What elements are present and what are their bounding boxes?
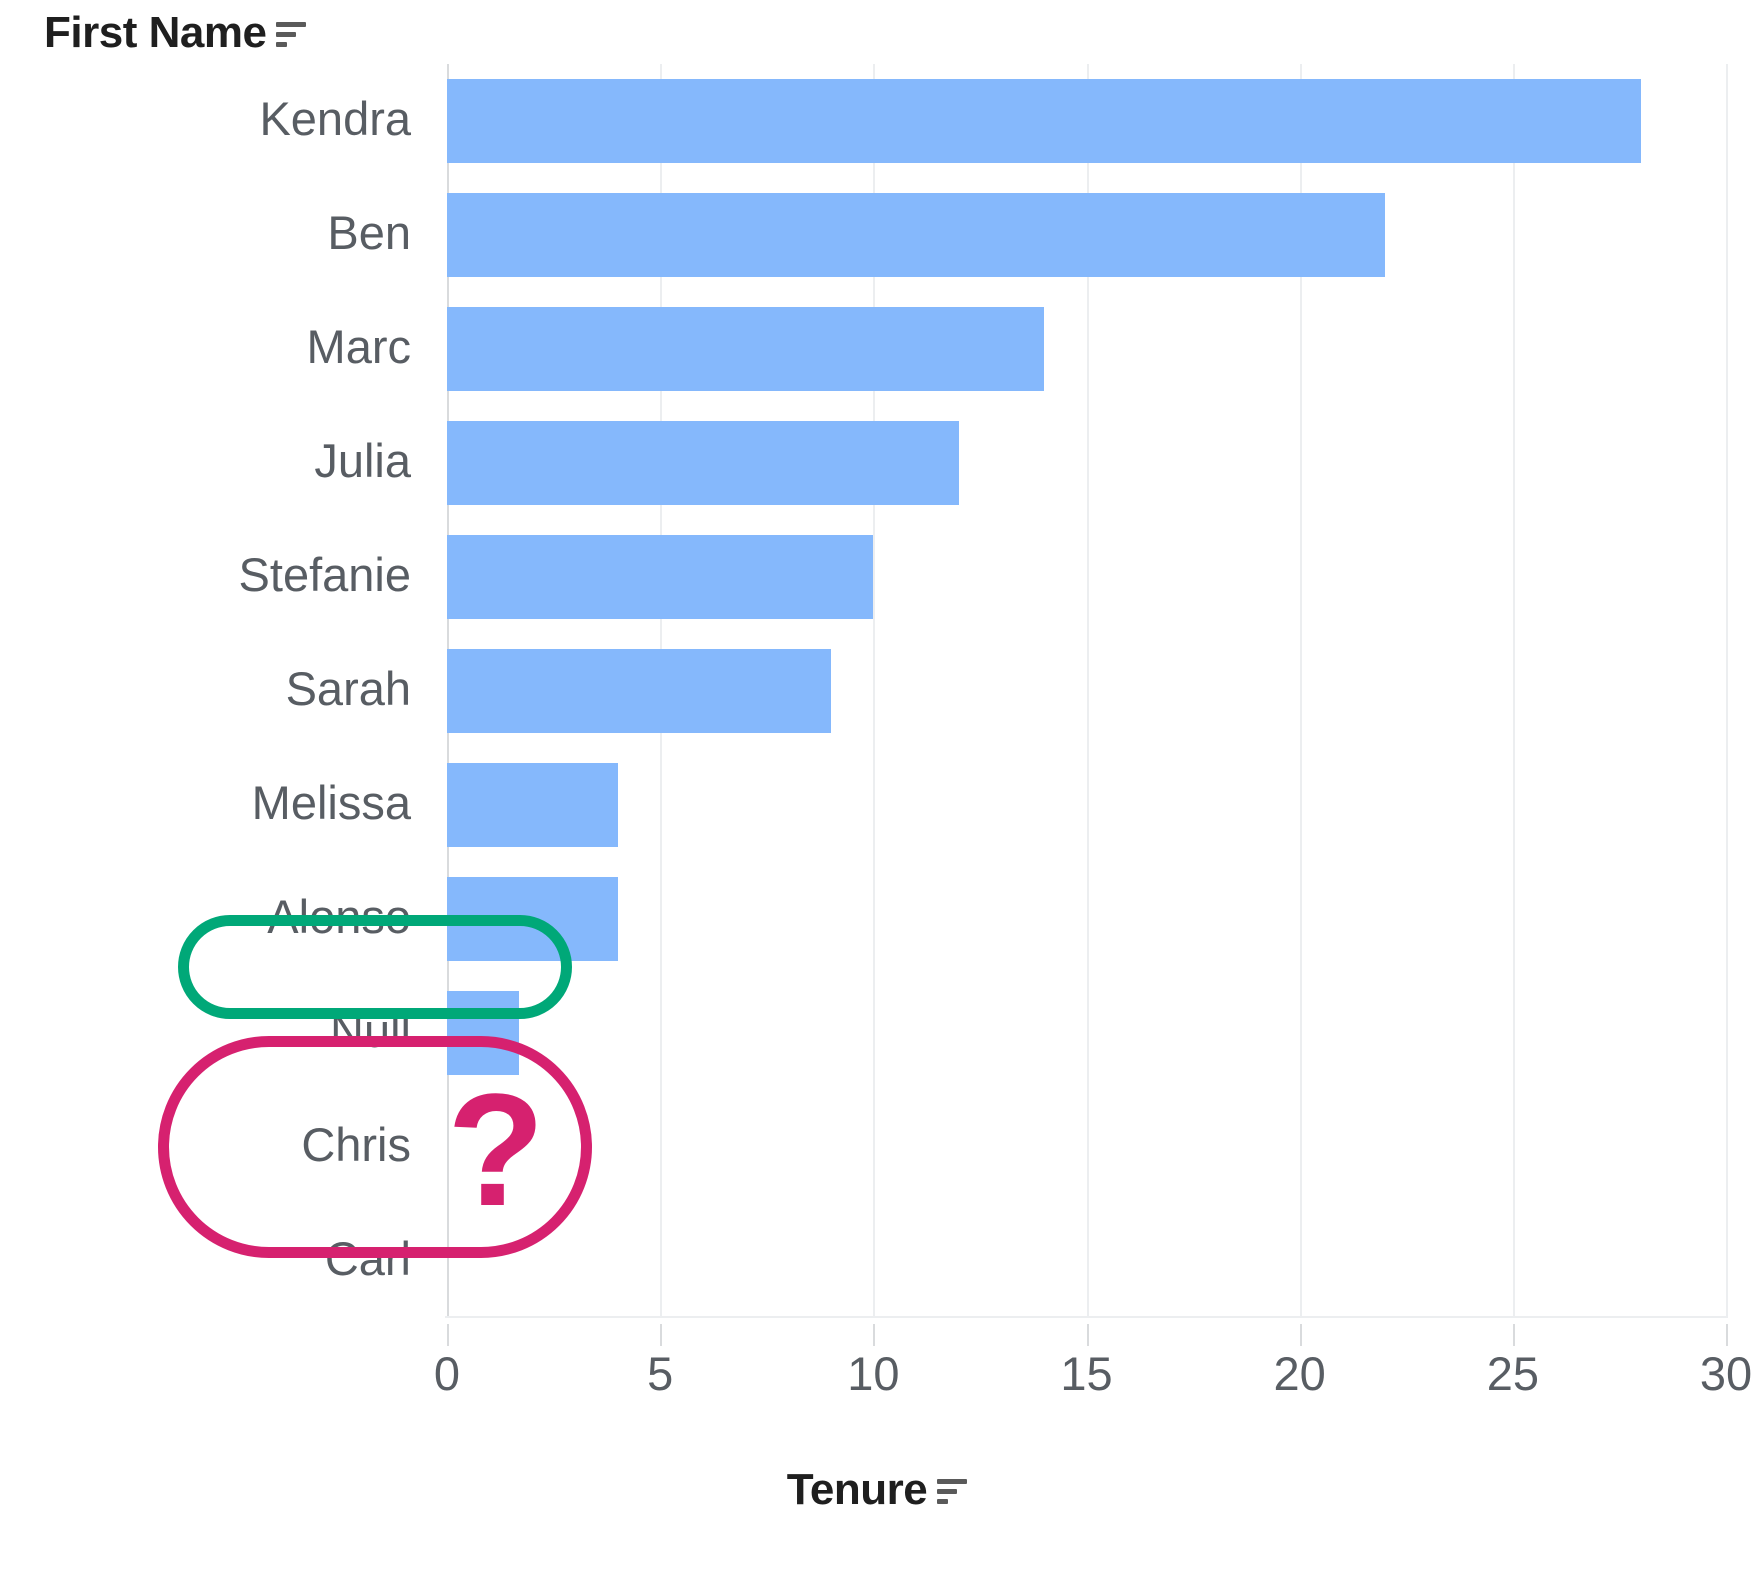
- row-label[interactable]: Alonso: [267, 893, 411, 940]
- x-axis-tick-label: 25: [1486, 1347, 1539, 1400]
- x-axis-tick-label: 20: [1273, 1347, 1326, 1400]
- x-axis-tick: [660, 1324, 663, 1346]
- row-label[interactable]: Kendra: [259, 95, 411, 142]
- plot-area: Kendra Ben Marc Julia Stefanie Sarah Melissa Al…: [239, 64, 1728, 1318]
- row-label[interactable]: Chris: [301, 1121, 411, 1168]
- chart-row[interactable]: [447, 64, 1726, 178]
- bar[interactable]: [447, 420, 959, 506]
- axis-title-label: Tenure: [786, 1465, 928, 1514]
- x-axis-tick: [1512, 1324, 1515, 1346]
- row-label[interactable]: Julia: [314, 437, 411, 484]
- bar[interactable]: [447, 534, 874, 620]
- bar[interactable]: [447, 762, 618, 848]
- axis-title[interactable]: Tenure: [0, 1465, 1754, 1515]
- x-axis-tick-label: 5: [647, 1347, 674, 1400]
- row-label[interactable]: Marc: [307, 323, 411, 370]
- row-field-label: First Name: [44, 8, 267, 57]
- row-label[interactable]: Carl: [325, 1235, 411, 1282]
- chart-canvas: First Name Kendra Ben Marc Julia Stefanie Sar…: [0, 0, 1754, 1589]
- bar[interactable]: [447, 876, 618, 962]
- chart-row[interactable]: [447, 862, 1726, 976]
- x-axis-tick: [873, 1324, 876, 1346]
- x-axis-tick-label: 15: [1060, 1347, 1113, 1400]
- bar[interactable]: [447, 192, 1385, 278]
- chart-row[interactable]: [447, 292, 1726, 406]
- row-label[interactable]: Melissa: [252, 779, 411, 826]
- x-axis: 0 5 10 15 20 25 30: [434, 1324, 1752, 1414]
- bar[interactable]: [447, 306, 1044, 392]
- x-axis-tick: [1086, 1324, 1089, 1346]
- question-mark-annotation: ?: [447, 1060, 545, 1239]
- x-axis-tick-label: 10: [847, 1347, 900, 1400]
- chart-row[interactable]: [447, 1204, 1726, 1318]
- row-label[interactable]: Sarah: [286, 665, 411, 712]
- x-axis-tick: [1726, 1324, 1728, 1346]
- row-label[interactable]: Stefanie: [239, 551, 411, 598]
- chart-row[interactable]: [447, 634, 1726, 748]
- sort-descending-icon[interactable]: [937, 1479, 968, 1505]
- chart-row[interactable]: [447, 1090, 1726, 1204]
- bar[interactable]: [447, 78, 1641, 164]
- chart-row[interactable]: [447, 748, 1726, 862]
- chart-row[interactable]: [447, 178, 1726, 292]
- chart-row[interactable]: [447, 520, 1726, 634]
- x-axis-tick-label: 0: [433, 1347, 461, 1400]
- row-label[interactable]: Ben: [327, 209, 411, 256]
- row-field-header[interactable]: First Name: [44, 8, 307, 58]
- x-axis-tick-label: 30: [1699, 1347, 1753, 1400]
- bar[interactable]: [447, 648, 831, 734]
- row-label[interactable]: Null: [330, 1007, 411, 1054]
- x-axis-tick: [447, 1324, 449, 1346]
- x-axis-tick: [1299, 1324, 1302, 1346]
- gridline: [1726, 64, 1728, 1318]
- chart-row[interactable]: [447, 976, 1726, 1090]
- chart-row[interactable]: [447, 406, 1726, 520]
- sort-descending-icon[interactable]: [276, 22, 307, 48]
